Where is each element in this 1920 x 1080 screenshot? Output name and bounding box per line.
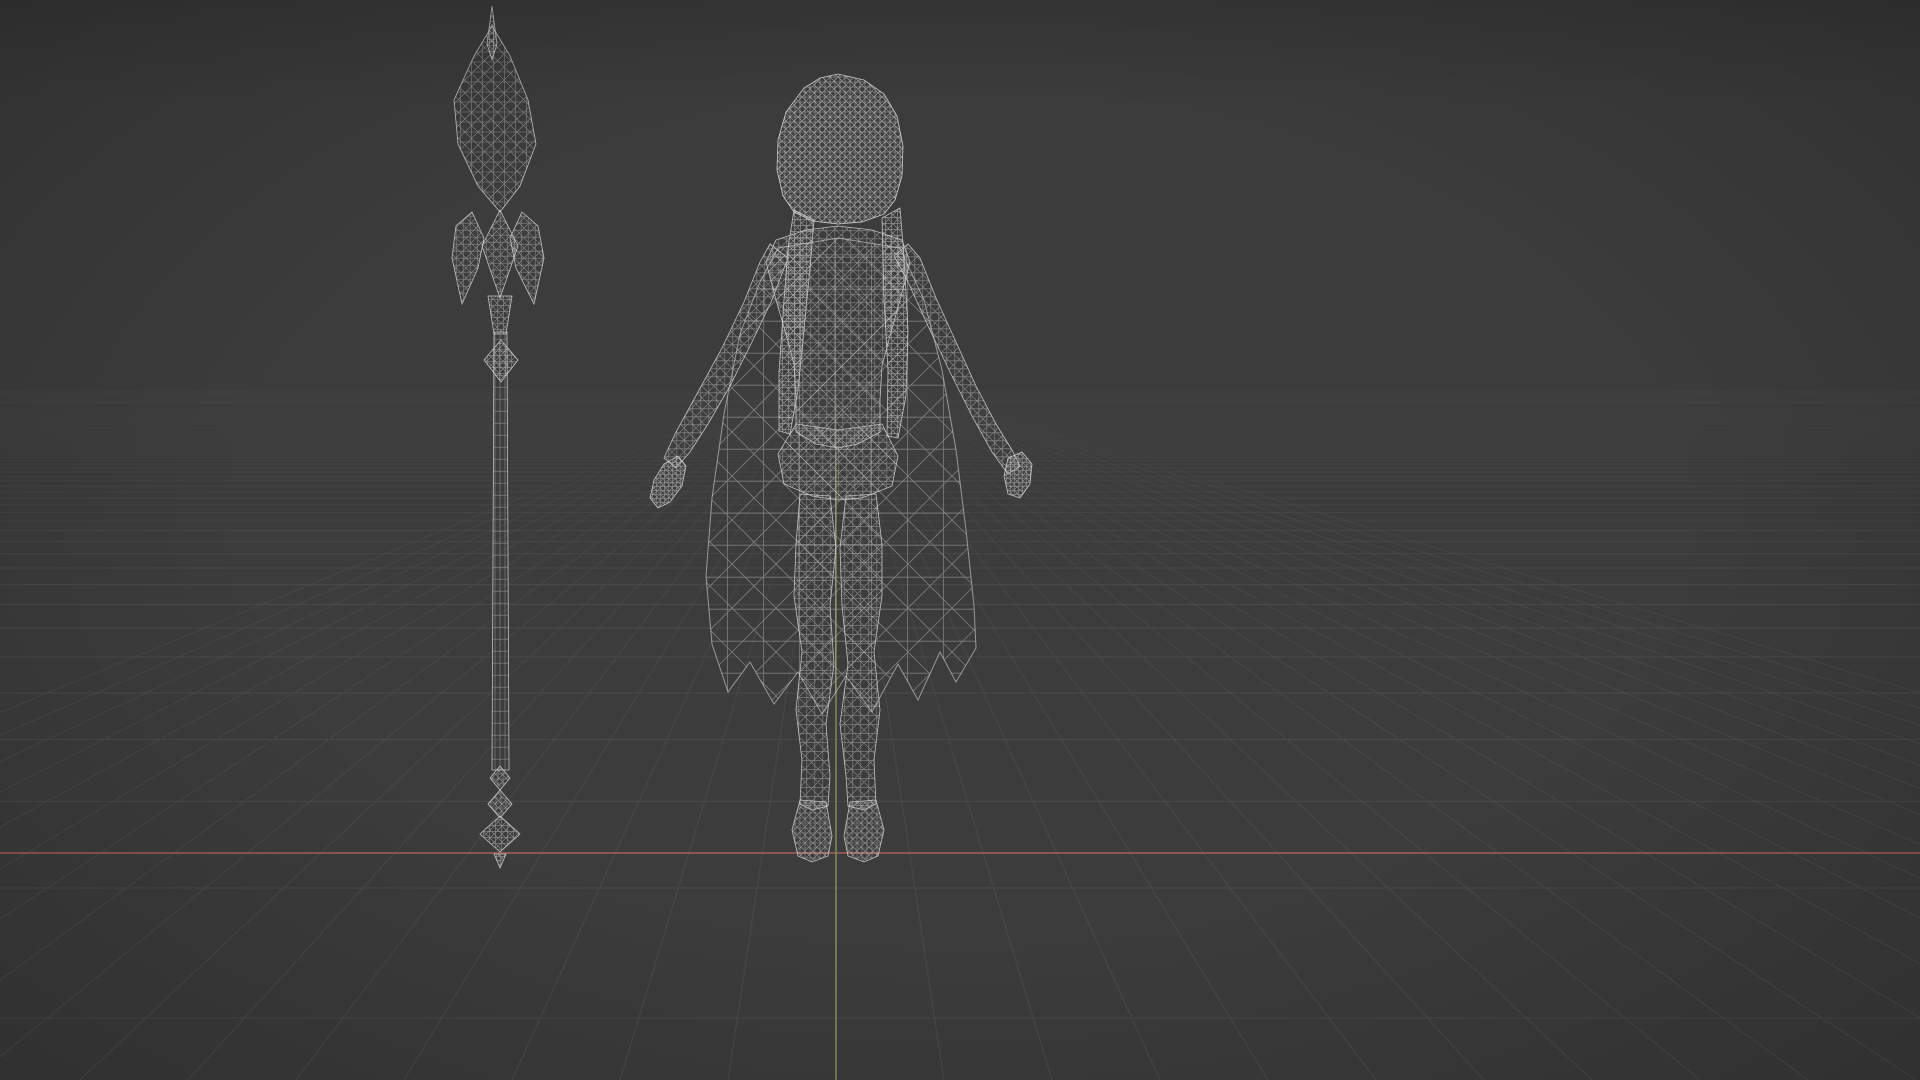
viewport-background <box>0 0 1920 1080</box>
3d-viewport[interactable] <box>0 0 1920 1080</box>
viewport-canvas <box>0 0 1920 1080</box>
